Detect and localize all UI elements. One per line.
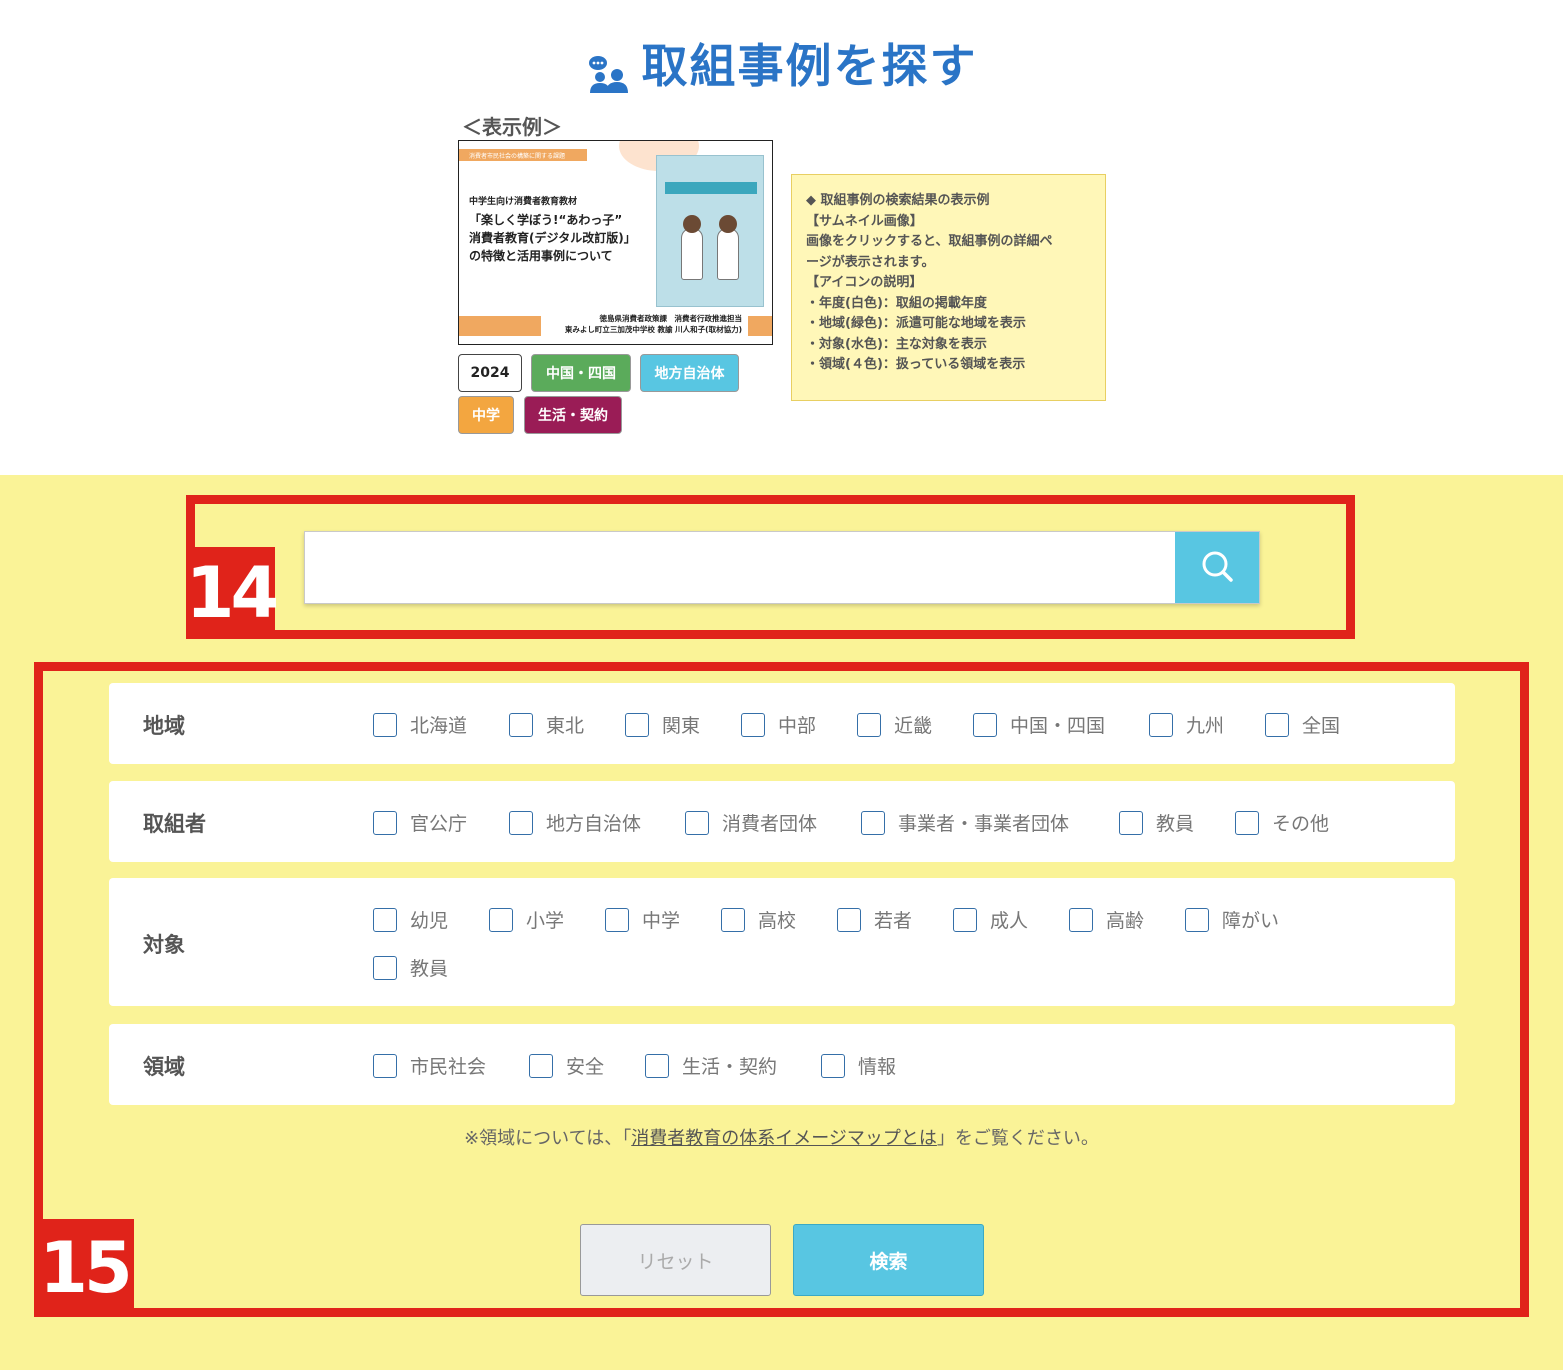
tag-year: 2024 [458, 354, 522, 392]
page-title: 取組事例を探す [0, 30, 1563, 96]
annotation-box-14 [186, 495, 1355, 639]
tag-domain: 生活・契約 [524, 396, 622, 434]
example-thumbnail[interactable]: 消費者市民社会の構築に関する課題 中学生向け消費者教育教材 「楽しく学ぼう!“あ… [458, 140, 773, 345]
thumbnail-text: 中学生向け消費者教育教材 「楽しく学ぼう!“あわっ子” 消費者教育(デジタル改訂… [469, 197, 636, 263]
top-section: 取組事例を探す ＜表示例＞ 消費者市民社会の構築に関する課題 中学生向け消費者教… [0, 0, 1563, 475]
tag-actor: 地方自治体 [640, 354, 739, 392]
example-label: ＜表示例＞ [462, 115, 562, 139]
thumbnail-band-text: 消費者市民社会の構築に関する課題 [469, 153, 566, 160]
thumbnail-footer: 徳島県消費者政策課 消費者行政推進担当 東みよし町立三加茂中学校 教諭 川人和子… [564, 314, 742, 334]
annotation-box-15 [34, 662, 1529, 1317]
annotation-label-15: 15 [34, 1219, 134, 1317]
tag-region: 中国・四国 [531, 354, 631, 392]
booklet-cover-image [656, 155, 764, 307]
annotation-label-14: 14 [186, 547, 279, 639]
people-chat-icon [586, 50, 630, 93]
tag-target: 中学 [458, 396, 514, 434]
page-title-text: 取組事例を探す [641, 39, 978, 93]
example-info-box: ◆ 取組事例の検索結果の表示例 【サムネイル画像】 画像をクリックすると、取組事… [791, 174, 1106, 401]
